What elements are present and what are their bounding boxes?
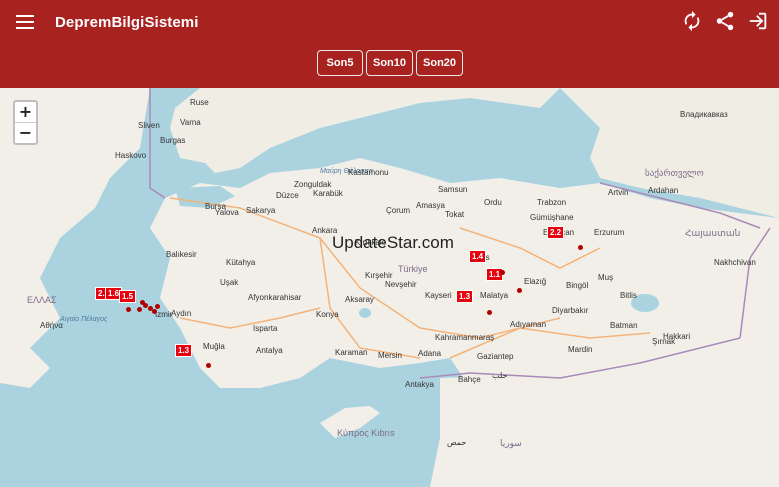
sea-label: Αιγαίο Πέλαγος <box>60 316 108 323</box>
city-label: Kahramanmaraş <box>435 333 495 342</box>
city-label: Tokat <box>445 210 465 219</box>
watermark: UpdateStar.com <box>332 233 454 252</box>
city-label: Nevşehir <box>385 280 417 289</box>
earthquake-dot[interactable] <box>206 363 211 368</box>
city-label: Varna <box>180 118 201 127</box>
city-label: Mersin <box>378 351 403 360</box>
city-label: Erzurum <box>594 228 625 237</box>
city-label: Bahçe <box>458 375 481 384</box>
map-view[interactable]: Türkiye ΕΛΛΑΣ Κύπρος Kıbrıs سوريا საქართ… <box>0 88 779 487</box>
city-label: Bingöl <box>566 281 589 290</box>
city-label: ﺣﻠﺐ <box>492 371 508 380</box>
city-label: Kayseri <box>425 291 452 300</box>
city-label: Trabzon <box>537 198 567 207</box>
earthquake-marker[interactable]: 1.5 <box>119 290 137 303</box>
earthquake-dot[interactable] <box>500 270 505 275</box>
zoom-control: + − <box>13 100 38 145</box>
earthquake-dot[interactable] <box>578 245 583 250</box>
earthquake-dot[interactable] <box>140 300 145 305</box>
country-label: Türkiye <box>398 264 428 274</box>
city-label: Hakkari <box>663 332 691 341</box>
country-label: ΕΛΛΑΣ <box>27 295 57 305</box>
city-label: Mardin <box>568 345 593 354</box>
earthquake-marker[interactable]: 1.4 <box>469 250 487 263</box>
city-label: Antalya <box>256 346 283 355</box>
exit-icon[interactable] <box>747 10 769 32</box>
city-label: Aydın <box>171 309 192 318</box>
city-label: Isparta <box>253 324 278 333</box>
city-label: Adana <box>418 349 442 358</box>
son5-button[interactable]: Son5 <box>317 50 363 76</box>
city-label: Muğla <box>203 342 225 351</box>
city-label: Batman <box>610 321 638 330</box>
earthquake-dot[interactable] <box>137 307 142 312</box>
city-label: Sliven <box>138 121 160 130</box>
city-label: Konya <box>316 310 339 319</box>
city-label: Ordu <box>484 198 502 207</box>
city-label: Haskovo <box>115 151 147 160</box>
city-label: Nakhchivan <box>714 258 756 267</box>
zoom-out-button[interactable]: − <box>15 123 36 143</box>
city-label: Çorum <box>386 206 411 215</box>
country-label: Κύπρος Kıbrıs <box>337 428 395 438</box>
menu-icon[interactable] <box>14 12 36 32</box>
son10-button[interactable]: Son10 <box>366 50 414 76</box>
city-label: Uşak <box>220 278 239 287</box>
toolbar-actions <box>670 10 769 32</box>
city-label: Adıyaman <box>510 320 547 329</box>
city-label: Balıkesir <box>166 250 197 259</box>
city-label: Kastamonu <box>348 168 389 177</box>
city-label: Gümüşhane <box>530 213 574 222</box>
refresh-icon[interactable] <box>681 10 703 32</box>
city-label: Amasya <box>416 201 445 210</box>
city-label: Afyonkarahisar <box>248 293 302 302</box>
earthquake-marker[interactable]: 2.2 <box>547 226 565 239</box>
city-label: Artvin <box>608 188 629 197</box>
city-label: Yalova <box>215 208 239 217</box>
city-label: Burgas <box>160 136 186 145</box>
city-label: ﺣﻤﺺ <box>447 438 467 447</box>
city-label: Αθήνα <box>40 321 63 330</box>
earthquake-dot[interactable] <box>517 288 522 293</box>
earthquake-marker[interactable]: 1.3 <box>175 344 193 357</box>
city-label: Zonguldak <box>294 180 332 189</box>
country-label: საქართველო <box>645 168 704 178</box>
son20-button[interactable]: Son20 <box>416 50 464 76</box>
city-label: Karabük <box>313 189 343 198</box>
share-icon[interactable] <box>714 10 736 32</box>
city-label: Düzce <box>276 191 299 200</box>
city-label: Samsun <box>438 185 468 194</box>
city-label: Aksaray <box>345 295 374 304</box>
country-label: سوريا <box>500 438 522 448</box>
earthquake-dot[interactable] <box>126 307 131 312</box>
country-label: Հայաստան <box>685 228 741 238</box>
city-label: Gaziantep <box>477 352 514 361</box>
city-label: Muş <box>598 273 614 282</box>
filter-buttons: Son5 Son10 Son20 <box>317 50 466 76</box>
city-label: Kırşehir <box>365 271 393 280</box>
city-label: Ruse <box>190 98 209 107</box>
app-title: DepremBilgiSistemi <box>55 14 199 31</box>
city-label: Elazığ <box>524 277 547 286</box>
city-label: Bitlis <box>620 291 637 300</box>
city-label: Diyarbakır <box>552 306 589 315</box>
earthquake-marker[interactable]: 1.3 <box>456 290 474 303</box>
earthquake-dot[interactable] <box>487 310 492 315</box>
city-label: Ardahan <box>648 186 679 195</box>
city-label: Antakya <box>405 380 434 389</box>
city-label: Karaman <box>335 348 368 357</box>
city-label: Sakarya <box>246 206 276 215</box>
city-label: Владикавказ <box>680 110 728 119</box>
city-label: Kütahya <box>226 258 256 267</box>
earthquake-dot[interactable] <box>155 304 160 309</box>
earthquake-dot[interactable] <box>152 309 157 314</box>
city-label: Malatya <box>480 291 509 300</box>
zoom-in-button[interactable]: + <box>15 102 36 123</box>
app-bar: DepremBilgiSistemi Son5 Son10 Son20 <box>0 0 779 88</box>
city-label: İzmir <box>155 310 173 319</box>
